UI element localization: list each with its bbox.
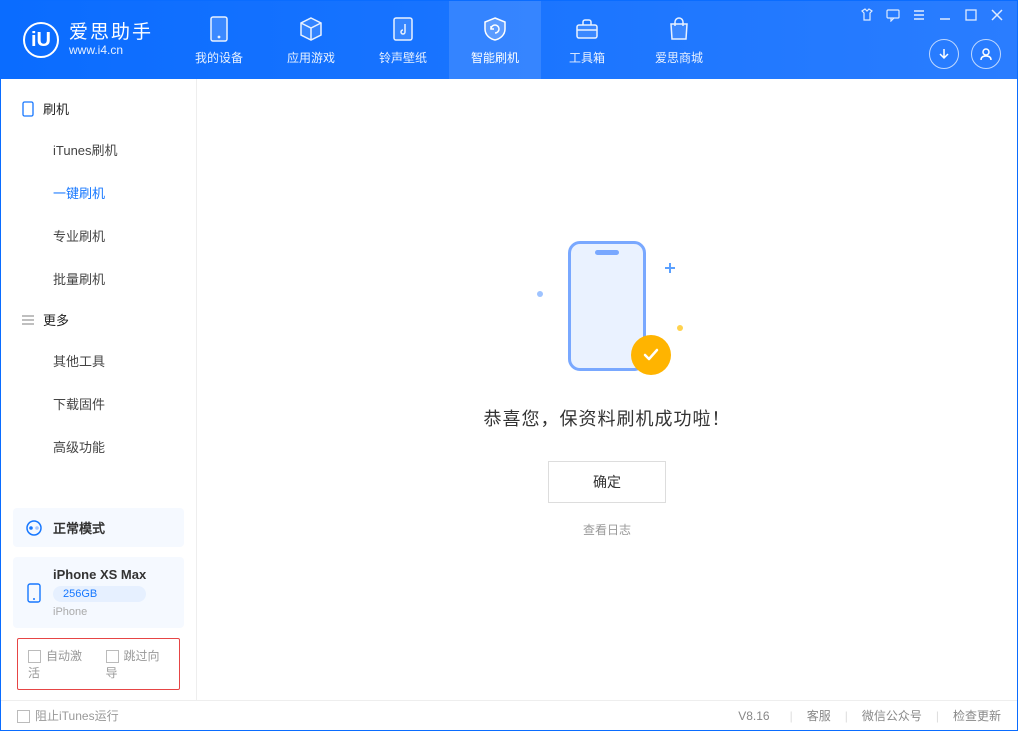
sidebar-item-pro-flash[interactable]: 专业刷机 <box>1 214 196 257</box>
sidebar-item-batch-flash[interactable]: 批量刷机 <box>1 257 196 300</box>
app-window: iU 爱思助手 www.i4.cn 我的设备 应用游戏 <box>0 0 1018 731</box>
footer-left: 阻止iTunes运行 <box>17 707 119 724</box>
nav-ringtone-wallpaper-label: 铃声壁纸 <box>379 49 427 66</box>
nav-toolbox[interactable]: 工具箱 <box>541 1 633 79</box>
success-check-icon <box>631 335 671 375</box>
window-controls <box>859 7 1005 23</box>
app-body: 刷机 iTunes刷机 一键刷机 专业刷机 批量刷机 更多 其他工具 下载固件 … <box>1 79 1017 700</box>
sidebar-item-itunes-flash[interactable]: iTunes刷机 <box>1 128 196 171</box>
feedback-icon[interactable] <box>885 7 901 23</box>
footer-right: V8.16 | 客服 | 微信公众号 | 检查更新 <box>738 707 1001 724</box>
logo-icon: iU <box>23 22 59 58</box>
app-title: 爱思助手 <box>69 23 153 44</box>
logo-area: iU 爱思助手 www.i4.cn <box>1 1 173 79</box>
footer: 阻止iTunes运行 V8.16 | 客服 | 微信公众号 | 检查更新 <box>1 700 1017 730</box>
mode-card[interactable]: 正常模式 <box>13 508 184 547</box>
sidebar-scroll: 刷机 iTunes刷机 一键刷机 专业刷机 批量刷机 更多 其他工具 下载固件 … <box>1 79 196 498</box>
device-info-column: iPhone XS Max 256GB iPhone <box>53 567 146 618</box>
maximize-icon[interactable] <box>963 7 979 23</box>
refresh-shield-icon <box>481 15 509 43</box>
app-header: iU 爱思助手 www.i4.cn 我的设备 应用游戏 <box>1 1 1017 79</box>
version-label: V8.16 <box>738 709 769 723</box>
sidebar-group-more: 更多 <box>1 300 196 339</box>
sidebar-item-oneclick-flash[interactable]: 一键刷机 <box>1 171 196 214</box>
support-link[interactable]: 客服 <box>807 707 831 724</box>
success-illustration <box>537 241 677 381</box>
cube-icon <box>297 15 325 43</box>
divider: | <box>936 709 939 723</box>
nav-apps-games-label: 应用游戏 <box>287 49 335 66</box>
nav-smart-flash-label: 智能刷机 <box>471 49 519 66</box>
menu-icon[interactable] <box>911 7 927 23</box>
logo-text: 爱思助手 www.i4.cn <box>69 23 153 57</box>
toolbox-icon <box>573 15 601 43</box>
device-name: iPhone XS Max <box>53 567 146 582</box>
phone-icon <box>205 15 233 43</box>
success-message: 恭喜您，保资料刷机成功啦！ <box>484 405 731 431</box>
sidebar-group-more-label: 更多 <box>43 310 69 329</box>
view-log-link[interactable]: 查看日志 <box>583 521 631 538</box>
tshirt-icon[interactable] <box>859 7 875 23</box>
checkbox-auto-activate[interactable]: 自动激活 <box>28 647 92 681</box>
nav-my-device-label: 我的设备 <box>195 49 243 66</box>
sidebar-group-flash-label: 刷机 <box>43 99 69 118</box>
device-outline-icon <box>21 102 35 116</box>
top-nav: 我的设备 应用游戏 铃声壁纸 智能刷机 <box>173 1 725 79</box>
check-update-link[interactable]: 检查更新 <box>953 707 1001 724</box>
device-card[interactable]: iPhone XS Max 256GB iPhone <box>13 557 184 628</box>
highlighted-options-row: 自动激活 跳过向导 <box>17 638 180 690</box>
sidebar-item-other-tools[interactable]: 其他工具 <box>1 339 196 382</box>
sparkle-icon <box>677 325 683 331</box>
checkbox-skip-guide[interactable]: 跳过向导 <box>106 647 170 681</box>
mode-label: 正常模式 <box>53 518 105 537</box>
sidebar-item-advanced[interactable]: 高级功能 <box>1 425 196 468</box>
sidebar: 刷机 iTunes刷机 一键刷机 专业刷机 批量刷机 更多 其他工具 下载固件 … <box>1 79 197 700</box>
checkbox-stop-itunes-label: 阻止iTunes运行 <box>35 709 119 723</box>
music-file-icon <box>389 15 417 43</box>
sidebar-bottom: 正常模式 iPhone XS Max 256GB iPhone 自动激活 跳过向… <box>1 498 196 700</box>
device-capacity: 256GB <box>53 586 146 602</box>
checkbox-icon <box>28 650 41 663</box>
checkbox-icon <box>106 650 119 663</box>
app-url: www.i4.cn <box>69 44 153 57</box>
main-content: 恭喜您，保资料刷机成功啦！ 确定 查看日志 <box>197 79 1017 700</box>
user-circle-button[interactable] <box>971 39 1001 69</box>
shopping-bag-icon <box>665 15 693 43</box>
checkbox-icon <box>17 710 30 723</box>
device-type: iPhone <box>53 606 146 618</box>
nav-smart-flash[interactable]: 智能刷机 <box>449 1 541 79</box>
nav-apps-games[interactable]: 应用游戏 <box>265 1 357 79</box>
minimize-icon[interactable] <box>937 7 953 23</box>
sparkle-icon <box>537 291 543 297</box>
header-action-circles <box>929 39 1001 69</box>
mode-icon <box>25 519 43 537</box>
download-circle-button[interactable] <box>929 39 959 69</box>
sidebar-item-download-firmware[interactable]: 下载固件 <box>1 382 196 425</box>
divider: | <box>790 709 793 723</box>
nav-store[interactable]: 爱思商城 <box>633 1 725 79</box>
checkbox-stop-itunes[interactable]: 阻止iTunes运行 <box>17 707 119 724</box>
close-icon[interactable] <box>989 7 1005 23</box>
nav-store-label: 爱思商城 <box>655 49 703 66</box>
nav-toolbox-label: 工具箱 <box>569 49 605 66</box>
device-icon <box>25 584 43 602</box>
sidebar-group-flash: 刷机 <box>1 89 196 128</box>
nav-ringtone-wallpaper[interactable]: 铃声壁纸 <box>357 1 449 79</box>
ok-button[interactable]: 确定 <box>548 461 666 503</box>
wechat-link[interactable]: 微信公众号 <box>862 707 922 724</box>
nav-my-device[interactable]: 我的设备 <box>173 1 265 79</box>
sparkle-icon <box>665 263 675 273</box>
divider: | <box>845 709 848 723</box>
list-icon <box>21 313 35 327</box>
